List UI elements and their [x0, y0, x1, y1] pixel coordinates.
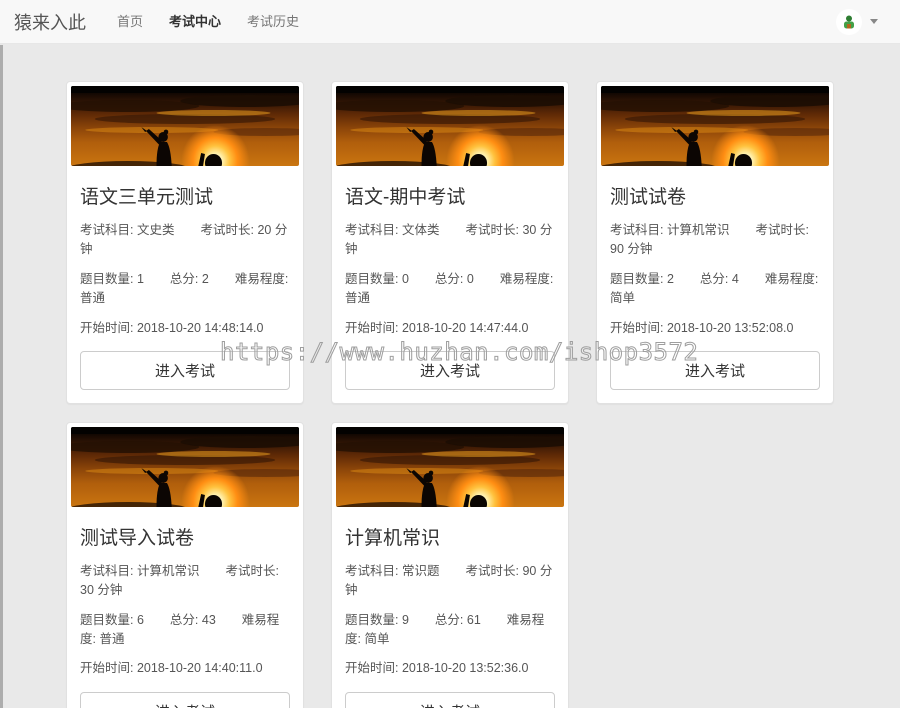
nav-item-home[interactable]: 首页 — [104, 0, 156, 44]
exam-list: 语文三单元测试 考试科目: 文史类考试时长: 20 分钟 题目数量: 1总分: … — [66, 44, 834, 708]
nav-item-exam-center[interactable]: 考试中心 — [156, 0, 234, 44]
chevron-down-icon — [870, 19, 878, 24]
brand-link[interactable]: 猿来入此 — [14, 9, 86, 35]
page-left-edge — [0, 45, 3, 708]
exam-start-time: 开始时间: 2018-10-20 13:52:08.0 — [610, 319, 820, 338]
user-menu[interactable] — [836, 9, 886, 35]
enter-exam-button[interactable]: 进入考试 — [80, 692, 290, 708]
exam-title: 计算机常识 — [345, 523, 555, 550]
exam-card: 计算机常识 考试科目: 常识题考试时长: 90 分钟 题目数量: 9总分: 61… — [331, 422, 569, 708]
exam-start-time: 开始时间: 2018-10-20 14:48:14.0 — [80, 319, 290, 338]
exam-count-score-difficulty: 题目数量: 0总分: 0难易程度: 普通 — [345, 270, 555, 309]
exam-card: 测试导入试卷 考试科目: 计算机常识考试时长: 30 分钟 题目数量: 6总分:… — [66, 422, 304, 708]
nav-item-exam-history[interactable]: 考试历史 — [234, 0, 312, 44]
exam-title: 语文三单元测试 — [80, 182, 290, 209]
enter-exam-button[interactable]: 进入考试 — [345, 351, 555, 390]
exam-start-time: 开始时间: 2018-10-20 14:40:11.0 — [80, 659, 290, 678]
exam-card: 语文-期中考试 考试科目: 文体类考试时长: 30 分钟 题目数量: 0总分: … — [331, 81, 569, 404]
exam-title: 语文-期中考试 — [345, 182, 555, 209]
exam-start-time: 开始时间: 2018-10-20 13:52:36.0 — [345, 659, 555, 678]
sunset-cover-image — [601, 86, 829, 166]
exam-count-score-difficulty: 题目数量: 2总分: 4难易程度: 简单 — [610, 270, 820, 309]
exam-start-time: 开始时间: 2018-10-20 14:47:44.0 — [345, 319, 555, 338]
sunset-cover-image — [71, 427, 299, 507]
exam-subject-duration: 考试科目: 计算机常识考试时长: 30 分钟 — [80, 562, 290, 601]
navbar: 猿来入此 首页 考试中心 考试历史 — [0, 0, 900, 44]
exam-subject-duration: 考试科目: 文体类考试时长: 30 分钟 — [345, 221, 555, 260]
sunset-cover-image — [336, 86, 564, 166]
nav-links: 首页 考试中心 考试历史 — [104, 0, 312, 43]
exam-card: 测试试卷 考试科目: 计算机常识考试时长: 90 分钟 题目数量: 2总分: 4… — [596, 81, 834, 404]
exam-subject-duration: 考试科目: 常识题考试时长: 90 分钟 — [345, 562, 555, 601]
enter-exam-button[interactable]: 进入考试 — [345, 692, 555, 708]
enter-exam-button[interactable]: 进入考试 — [610, 351, 820, 390]
exam-count-score-difficulty: 题目数量: 9总分: 61难易程度: 简单 — [345, 611, 555, 650]
exam-count-score-difficulty: 题目数量: 1总分: 2难易程度: 普通 — [80, 270, 290, 309]
exam-card: 语文三单元测试 考试科目: 文史类考试时长: 20 分钟 题目数量: 1总分: … — [66, 81, 304, 404]
enter-exam-button[interactable]: 进入考试 — [80, 351, 290, 390]
exam-subject-duration: 考试科目: 计算机常识考试时长: 90 分钟 — [610, 221, 820, 260]
exam-title: 测试导入试卷 — [80, 523, 290, 550]
exam-count-score-difficulty: 题目数量: 6总分: 43难易程度: 普通 — [80, 611, 290, 650]
user-avatar-icon — [836, 9, 862, 35]
exam-title: 测试试卷 — [610, 182, 820, 209]
sunset-cover-image — [71, 86, 299, 166]
sunset-cover-image — [336, 427, 564, 507]
exam-subject-duration: 考试科目: 文史类考试时长: 20 分钟 — [80, 221, 290, 260]
